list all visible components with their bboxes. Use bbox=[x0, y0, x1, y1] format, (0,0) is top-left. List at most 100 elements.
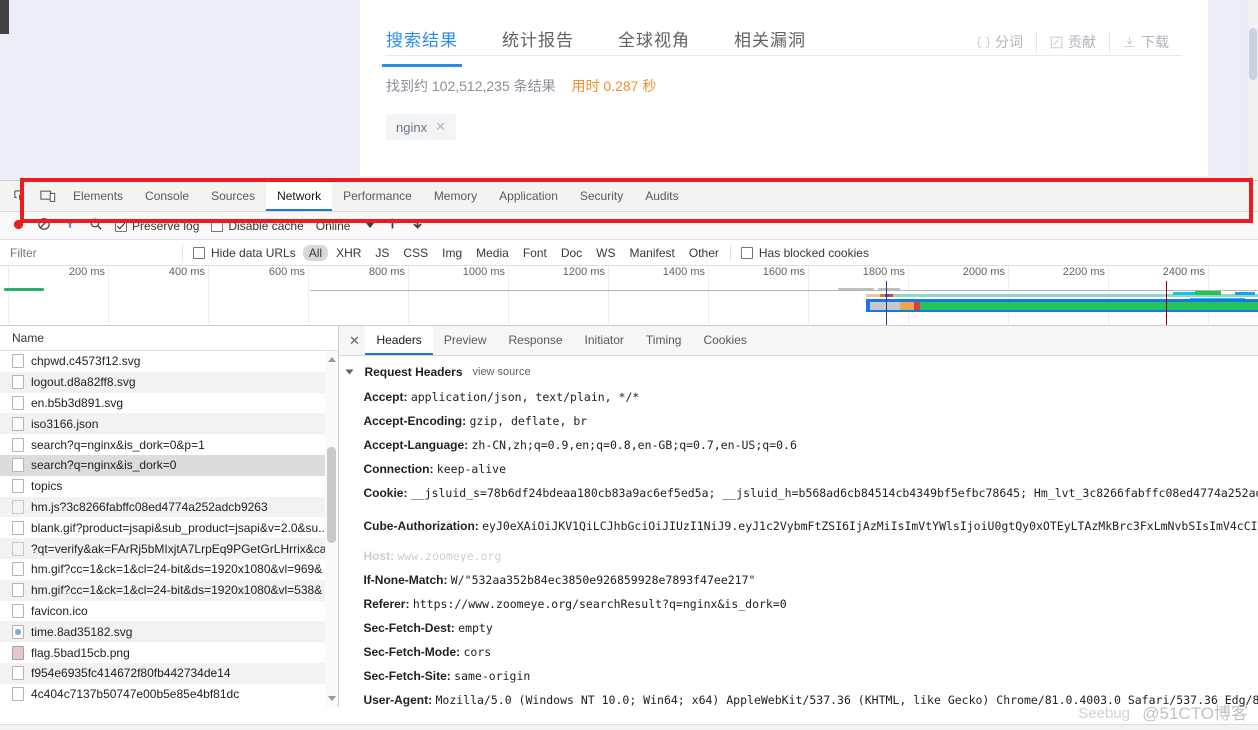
request-rows[interactable]: chpwd.c4573f12.svg logout.d8a82ff8.svg e… bbox=[0, 351, 338, 707]
table-row[interactable]: iso3166.json bbox=[0, 413, 338, 434]
table-row[interactable]: blank.gif?product=jsapi&sub_product=jsap… bbox=[0, 517, 338, 538]
table-row[interactable]: flag.5bad15cb.png bbox=[0, 642, 338, 663]
overview-tick-1400: 1400 ms bbox=[708, 266, 709, 326]
hide-data-urls-checkbox[interactable]: Hide data URLs bbox=[187, 246, 302, 260]
request-name: ?qt=verify&ak=FArRj5bMIxjtA7LrpEq9PGetGr… bbox=[31, 542, 338, 556]
page-scrollbar-thumb[interactable] bbox=[1249, 28, 1257, 80]
table-row[interactable]: topics bbox=[0, 476, 338, 497]
type-filter-other[interactable]: Other bbox=[683, 245, 725, 261]
header-value: same-origin bbox=[454, 669, 530, 683]
details-tab-cookies[interactable]: Cookies bbox=[692, 326, 757, 355]
clear-button[interactable] bbox=[31, 217, 57, 234]
view-source-link[interactable]: view source bbox=[473, 366, 531, 378]
request-name: flag.5bad15cb.png bbox=[31, 646, 130, 660]
type-filter-font[interactable]: Font bbox=[517, 245, 553, 261]
request-headers-section-header[interactable]: Request Headers view source bbox=[339, 364, 1258, 385]
type-filter-img[interactable]: Img bbox=[436, 245, 468, 261]
record-button[interactable] bbox=[6, 218, 31, 234]
page-tab-stats-report[interactable]: 统计报告 bbox=[502, 26, 574, 67]
overview-tick-label: 1400 ms bbox=[663, 266, 705, 278]
filter-input[interactable] bbox=[0, 245, 178, 261]
file-doc-icon bbox=[12, 396, 24, 410]
type-filter-manifest[interactable]: Manifest bbox=[624, 245, 681, 261]
table-row[interactable]: en.b5b3d891.svg bbox=[0, 393, 338, 414]
preserve-log-checkbox[interactable]: Preserve log bbox=[109, 219, 205, 233]
type-filter-ws[interactable]: WS bbox=[590, 245, 621, 261]
devtools-tab-application[interactable]: Application bbox=[488, 181, 569, 211]
page-tab-related-vulns[interactable]: 相关漏洞 bbox=[734, 26, 806, 67]
request-list-scrollbar-thumb[interactable] bbox=[327, 447, 336, 543]
devtools-tab-performance[interactable]: Performance bbox=[332, 181, 423, 211]
page-tab-global-view[interactable]: 全球视角 bbox=[618, 26, 690, 67]
page-tab-search-results[interactable]: 搜索结果 bbox=[386, 26, 458, 67]
chip-close-icon[interactable]: ✕ bbox=[435, 119, 446, 135]
chevron-down-icon[interactable] bbox=[346, 370, 354, 375]
table-row[interactable]: search?q=nginx&is_dork=0&p=1 bbox=[0, 434, 338, 455]
type-filter-all[interactable]: All bbox=[303, 245, 328, 261]
table-row[interactable]: favicon.ico bbox=[0, 601, 338, 622]
inspect-element-icon[interactable] bbox=[6, 183, 34, 209]
device-toolbar-icon[interactable] bbox=[34, 183, 62, 209]
search-button[interactable] bbox=[83, 217, 109, 234]
download-button[interactable]: 下载 bbox=[1109, 32, 1182, 52]
devtools-tab-memory[interactable]: Memory bbox=[423, 181, 488, 211]
table-row[interactable]: 4c404c7137b50747e00b5e85e4bf81dc bbox=[0, 684, 338, 705]
type-filter-xhr[interactable]: XHR bbox=[330, 245, 367, 261]
hide-data-urls-box bbox=[193, 247, 205, 259]
table-row[interactable]: chpwd.c4573f12.svg bbox=[0, 351, 338, 372]
page-left-strip bbox=[0, 0, 9, 34]
file-image-icon bbox=[12, 646, 24, 660]
header-value: gzip, deflate, br bbox=[469, 414, 587, 428]
details-tab-response[interactable]: Response bbox=[498, 326, 574, 355]
import-har-button[interactable] bbox=[380, 217, 405, 234]
table-row[interactable]: ?qt=verify&ak=FArRj5bMIxjtA7LrpEq9PGetGr… bbox=[0, 538, 338, 559]
devtools-tab-network[interactable]: Network bbox=[266, 181, 332, 211]
devtools-tab-console[interactable]: Console bbox=[134, 181, 200, 211]
table-row[interactable]: hm.gif?cc=1&ck=1&cl=24-bit&ds=1920x1080&… bbox=[0, 580, 338, 601]
file-doc-icon bbox=[12, 562, 24, 576]
tokenize-label: 分词 bbox=[995, 32, 1023, 52]
contribute-button[interactable]: 贡献 bbox=[1036, 32, 1109, 52]
export-har-button[interactable] bbox=[405, 217, 430, 234]
details-tab-headers[interactable]: Headers bbox=[365, 326, 432, 355]
request-name: hm.gif?cc=1&ck=1&cl=24-bit&ds=1920x1080&… bbox=[31, 562, 322, 576]
table-row[interactable]: time.8ad35182.svg bbox=[0, 621, 338, 642]
overview-selected-gray bbox=[870, 302, 900, 310]
tokenize-button[interactable]: 分词 bbox=[964, 32, 1036, 52]
table-row[interactable]: hm.gif?cc=1&ck=1&cl=24-bit&ds=1920x1080&… bbox=[0, 559, 338, 580]
devtools-tab-elements[interactable]: Elements bbox=[62, 181, 134, 211]
header-name: Sec-Fetch-Mode: bbox=[363, 645, 460, 659]
type-filter-css[interactable]: CSS bbox=[397, 245, 434, 261]
disable-cache-checkbox[interactable]: Disable cache bbox=[205, 219, 309, 233]
throttling-select[interactable]: Online bbox=[310, 219, 381, 233]
file-doc-icon bbox=[12, 354, 24, 368]
table-row-selected[interactable]: search?q=nginx&is_dork=0 bbox=[0, 455, 338, 476]
page-scrollbar[interactable] bbox=[1246, 0, 1258, 180]
devtools-tab-audits[interactable]: Audits bbox=[634, 181, 689, 211]
scroll-up-arrow-icon[interactable] bbox=[328, 357, 336, 362]
table-row[interactable]: f954e6935fc414672f80fb442734de14 bbox=[0, 663, 338, 684]
devtools-tab-sources[interactable]: Sources bbox=[200, 181, 266, 211]
request-name: iso3166.json bbox=[31, 417, 98, 431]
query-chip-nginx[interactable]: nginx ✕ bbox=[386, 114, 456, 140]
devtools-bottom-strip bbox=[0, 724, 1258, 730]
edit-icon bbox=[1050, 36, 1063, 49]
table-row[interactable]: logout.d8a82ff8.svg bbox=[0, 372, 338, 393]
table-row[interactable]: hm.js?3c8266fabffc08ed4774a252adcb9263 bbox=[0, 497, 338, 518]
network-overview-timeline[interactable]: 200 ms 400 ms 600 ms 800 ms 1000 ms 1200… bbox=[0, 266, 1258, 326]
type-filter-media[interactable]: Media bbox=[470, 245, 515, 261]
has-blocked-cookies-checkbox[interactable]: Has blocked cookies bbox=[735, 246, 875, 260]
overview-tick-1600: 1600 ms bbox=[808, 266, 809, 326]
close-icon[interactable]: ✕ bbox=[343, 330, 365, 352]
request-list-scrollbar[interactable] bbox=[325, 351, 338, 707]
details-tab-timing[interactable]: Timing bbox=[635, 326, 693, 355]
devtools-tab-security[interactable]: Security bbox=[569, 181, 634, 211]
filter-toggle-button[interactable] bbox=[57, 217, 83, 234]
details-tab-initiator[interactable]: Initiator bbox=[574, 326, 635, 355]
details-tab-preview[interactable]: Preview bbox=[433, 326, 498, 355]
overview-tick-label: 2000 ms bbox=[963, 266, 1005, 278]
scroll-down-arrow-icon[interactable] bbox=[328, 696, 336, 701]
type-filter-js[interactable]: JS bbox=[369, 245, 395, 261]
request-column-header[interactable]: Name bbox=[0, 326, 338, 351]
type-filter-doc[interactable]: Doc bbox=[555, 245, 588, 261]
